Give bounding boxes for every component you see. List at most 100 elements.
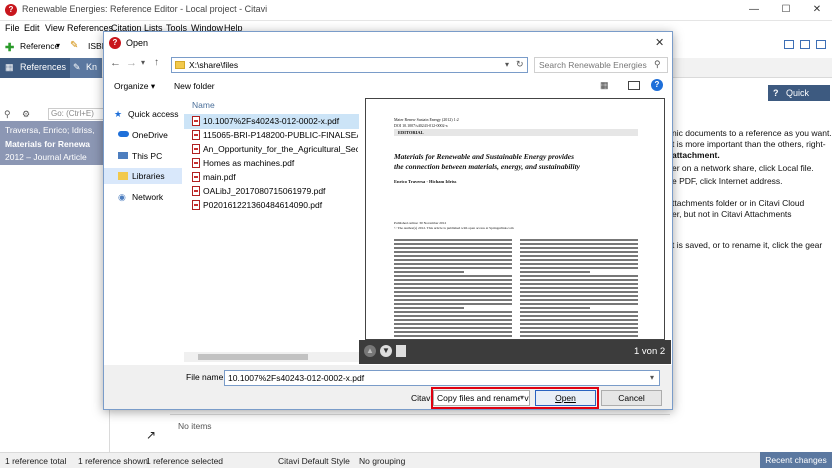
layout-icon-2[interactable] xyxy=(800,40,810,49)
add-reference-icon[interactable]: ✚ xyxy=(5,41,14,54)
quick-help-button[interactable]: ? Quick Help xyxy=(768,85,830,114)
preview-text-line xyxy=(394,307,464,309)
preview-text-line xyxy=(394,311,512,313)
preview-toolbar: ▲ ▼ 1 von 2 xyxy=(359,340,671,364)
help-text-4: er on a network share, click Local file. xyxy=(672,163,814,173)
computer-icon xyxy=(118,152,128,159)
dropdown-arrow-icon[interactable]: ▾ xyxy=(56,41,60,50)
filter-icon[interactable]: ⚙ xyxy=(22,109,30,120)
file-row[interactable]: Homes as machines.pdf xyxy=(192,158,358,170)
layout-icon-1[interactable] xyxy=(784,40,794,49)
recent-locations-icon[interactable]: ▾ xyxy=(141,58,145,67)
tab-references[interactable]: ▦ References xyxy=(0,58,70,78)
status-shown: 1 reference shown xyxy=(78,456,148,466)
file-row[interactable]: An_Opportunity_for_the_Agricultural_Sec.… xyxy=(192,144,358,156)
search-field[interactable]: Search Renewable Energies ⚲ xyxy=(534,57,668,73)
command-bar: Organize ▾ New folder ▦ ? xyxy=(104,78,672,96)
refresh-icon[interactable]: ↻ xyxy=(516,59,524,70)
scrollbar-thumb[interactable] xyxy=(198,354,308,360)
cancel-button[interactable]: Cancel xyxy=(601,390,662,406)
preview-text-line xyxy=(520,263,638,265)
forward-arrow-icon[interactable]: → xyxy=(126,57,137,69)
no-items-label: No items xyxy=(178,421,212,431)
preview-text-line xyxy=(520,255,638,257)
references-tab-icon: ▦ xyxy=(5,62,14,72)
layout-icon-3[interactable] xyxy=(816,40,826,49)
file-name-input[interactable]: 10.1007%2Fs40243-012-0002-x.pdf ▾ xyxy=(224,370,660,386)
dialog-close-icon[interactable]: ✕ xyxy=(655,36,664,49)
page-down-icon[interactable]: ▼ xyxy=(380,345,392,357)
preview-text-line xyxy=(394,275,512,277)
open-file-dialog: ? Open ✕ ← → ▾ ↑ X:\share\files ▾ ↻ Sear… xyxy=(103,31,673,410)
attachments-area: No items xyxy=(170,414,670,452)
navigation-pane: ★ Quick access OneDrive This PC Librarie… xyxy=(104,96,182,364)
back-arrow-icon[interactable]: ← xyxy=(110,57,121,69)
menu-view[interactable]: View xyxy=(45,23,64,33)
library-icon xyxy=(118,172,128,180)
quick-help-icon: ? xyxy=(773,88,779,98)
page-counter: 1 von 2 xyxy=(634,346,666,357)
preview-text-line xyxy=(520,331,638,333)
filename-dropdown-icon[interactable]: ▾ xyxy=(650,371,654,385)
dialog-logo-icon: ? xyxy=(109,37,121,49)
page-view-icon[interactable] xyxy=(396,345,406,357)
organize-button[interactable]: Organize ▾ xyxy=(114,81,155,92)
preview-text-line xyxy=(394,295,512,297)
help-text-1: nic documents to a reference as you want… xyxy=(672,128,832,138)
page-up-icon[interactable]: ▲ xyxy=(364,345,376,357)
new-folder-button[interactable]: New folder xyxy=(174,81,215,91)
selected-reference-item[interactable]: Traversa, Enrico; Idriss, Materials for … xyxy=(0,121,110,165)
file-row[interactable]: main.pdf xyxy=(192,172,358,184)
search-icon[interactable]: ⚲ xyxy=(4,109,11,120)
dialog-titlebar: ? Open ✕ xyxy=(104,32,672,54)
preview-text-line xyxy=(394,263,512,265)
wand-icon[interactable]: ✎ xyxy=(70,40,78,51)
file-row[interactable]: 115065-BRI-P148200-PUBLIC-FINALSEAR... xyxy=(192,130,358,142)
file-list: Name 10.1007%2Fs40243-012-0002-x.pdf 115… xyxy=(184,96,359,364)
network-icon: ◉ xyxy=(118,192,126,202)
preview-text-line xyxy=(520,239,638,241)
tab-knowledge[interactable]: ✎ Kn xyxy=(70,58,102,78)
help-text-7: er, but not in Citavi Attachments xyxy=(672,209,792,219)
preview-text-line xyxy=(394,279,512,281)
preview-text-line xyxy=(520,303,638,305)
preview-text-line xyxy=(394,243,512,245)
preview-text-line xyxy=(520,275,638,277)
nav-libraries[interactable]: Libraries xyxy=(104,168,182,184)
help-icon[interactable]: ? xyxy=(651,79,663,91)
preview-text-line xyxy=(520,307,590,309)
highlight-box xyxy=(431,387,599,409)
status-citation-style[interactable]: Citavi Default Style xyxy=(278,456,350,466)
preview-text-line xyxy=(520,259,638,261)
add-reference-button[interactable]: Reference xyxy=(20,41,59,51)
file-row[interactable]: OALibJ_2017080715061979.pdf xyxy=(192,186,358,198)
up-arrow-icon[interactable]: ↑ xyxy=(154,57,159,68)
column-name-header[interactable]: Name xyxy=(192,100,215,110)
view-options-icon[interactable]: ▦ xyxy=(600,80,609,91)
file-row[interactable]: P020161221360484614090.pdf xyxy=(192,200,358,212)
horizontal-scrollbar[interactable] xyxy=(184,352,359,362)
close-window-icon[interactable]: ✕ xyxy=(803,2,831,18)
minimize-icon[interactable]: — xyxy=(740,2,768,18)
preview-text-line xyxy=(520,315,638,317)
preview-text-line xyxy=(394,323,512,325)
folder-icon xyxy=(175,61,185,69)
preview-text-line xyxy=(520,283,638,285)
status-total: 1 reference total xyxy=(5,456,67,466)
app-titlebar: ? Renewable Energies: Reference Editor -… xyxy=(0,0,832,21)
preview-text-line xyxy=(394,299,512,301)
preview-pane-icon[interactable] xyxy=(628,81,640,90)
file-name-value: 10.1007%2Fs40243-012-0002-x.pdf xyxy=(228,373,365,383)
preview-text-line xyxy=(394,327,512,329)
file-row[interactable]: 10.1007%2Fs40243-012-0002-x.pdf xyxy=(192,116,358,128)
search-icon-dialog[interactable]: ⚲ xyxy=(654,59,661,70)
maximize-icon[interactable]: ☐ xyxy=(772,2,800,18)
menu-edit[interactable]: Edit xyxy=(24,23,40,33)
status-grouping[interactable]: No grouping xyxy=(359,456,405,466)
quick-search-input[interactable]: Go: (Ctrl+E) xyxy=(48,108,108,120)
preview-text-line xyxy=(394,255,512,257)
recent-changes-button[interactable]: Recent changes xyxy=(760,452,832,468)
menu-file[interactable]: File xyxy=(5,23,20,33)
path-field[interactable]: X:\share\files ▾ ↻ xyxy=(171,57,528,73)
path-dropdown-icon[interactable]: ▾ xyxy=(505,60,509,69)
